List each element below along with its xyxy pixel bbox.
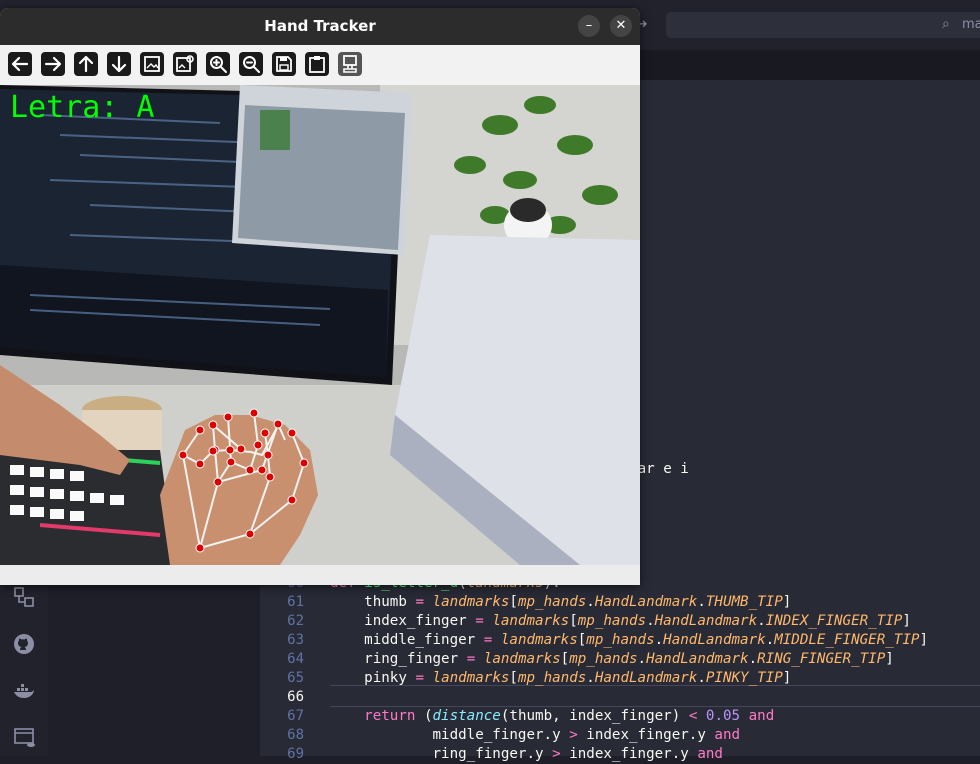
camera-feed: Letra: A — [0, 85, 640, 565]
zoom-out-icon[interactable] — [239, 52, 263, 76]
detected-letter-label: Letra: A — [10, 90, 155, 125]
code-line[interactable]: middle_finger.y > index_finger.y and — [330, 726, 741, 745]
image-icon[interactable] — [140, 52, 164, 76]
line-number: 62 — [287, 613, 304, 629]
zoom-in-icon[interactable] — [206, 52, 230, 76]
code-line[interactable]: middle_finger = landmarks[mp_hands.HandL… — [330, 631, 928, 650]
search-icon: ⌕ — [942, 16, 950, 32]
arrow-left-icon[interactable] — [8, 52, 32, 76]
github-icon[interactable] — [12, 632, 36, 656]
remote-explorer-icon[interactable] — [12, 725, 36, 749]
code-line[interactable]: ring_finger.y > index_finger.y and — [330, 745, 723, 764]
camera-scene — [0, 85, 640, 565]
arrow-up-icon[interactable] — [74, 52, 98, 76]
line-number: 66 — [287, 689, 304, 705]
image-toolbar — [0, 45, 640, 85]
image-settings-icon[interactable] — [173, 52, 197, 76]
arrow-right-icon[interactable] — [41, 52, 65, 76]
line-number: 65 — [287, 670, 304, 686]
line-number: 69 — [287, 746, 304, 762]
window-titlebar[interactable]: Hand Tracker – ✕ — [0, 8, 640, 45]
line-number: 61 — [287, 594, 304, 610]
window-title: Hand Tracker — [264, 17, 376, 35]
line-number: 68 — [287, 727, 304, 743]
line-number: 63 — [287, 632, 304, 648]
command-search-bar[interactable]: ⌕ ma — [666, 12, 980, 38]
save-icon[interactable] — [272, 52, 296, 76]
arrow-down-icon[interactable] — [107, 52, 131, 76]
line-number: 67 — [287, 708, 304, 724]
stamp-icon[interactable] — [338, 52, 362, 76]
code-line[interactable]: index_finger = landmarks[mp_hands.HandLa… — [330, 612, 911, 631]
close-button[interactable]: ✕ — [610, 15, 632, 37]
line-number: 64 — [287, 651, 304, 667]
window-statusbar — [0, 565, 640, 585]
code-line[interactable]: pinky = landmarks[mp_hands.HandLandmark.… — [330, 669, 791, 688]
code-line[interactable]: return (distance(thumb, index_finger) < … — [330, 707, 774, 726]
search-text: ma — [962, 17, 980, 32]
source-control-icon[interactable] — [12, 585, 36, 609]
docker-icon[interactable] — [12, 680, 36, 704]
clipboard-icon[interactable] — [305, 52, 329, 76]
minimize-button[interactable]: – — [578, 15, 600, 37]
code-line[interactable]: thumb = landmarks[mp_hands.HandLandmark.… — [330, 593, 791, 612]
code-line[interactable]: ring_finger = landmarks[mp_hands.HandLan… — [330, 650, 894, 669]
hand-tracker-window: Hand Tracker – ✕ Letra: A — [0, 8, 640, 585]
